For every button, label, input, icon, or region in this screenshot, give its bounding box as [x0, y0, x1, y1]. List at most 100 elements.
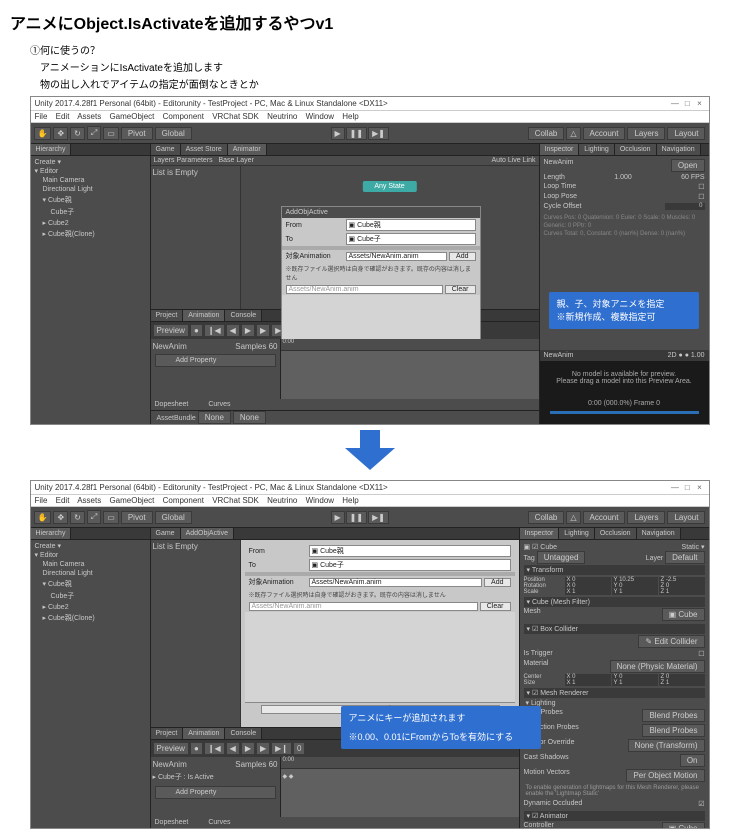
- lighting-tab[interactable]: Lighting: [579, 144, 615, 155]
- menu-edit[interactable]: Edit: [56, 112, 70, 121]
- cube-child-item[interactable]: Cube子: [35, 206, 146, 218]
- clear-button[interactable]: Clear: [445, 285, 476, 294]
- play-button[interactable]: ▶: [331, 511, 345, 524]
- asset-variant-dropdown[interactable]: None: [233, 411, 266, 424]
- animator-tab[interactable]: Animator: [228, 144, 267, 155]
- account-button[interactable]: Account: [583, 127, 626, 140]
- animator-component[interactable]: ▾ ☑ Animator: [524, 811, 705, 821]
- cloud-icon[interactable]: △: [566, 511, 580, 524]
- pause-button[interactable]: ❚❚: [346, 127, 367, 140]
- transform-component[interactable]: ▾ Transform: [524, 565, 705, 575]
- rect-tool-icon[interactable]: ▭: [103, 511, 119, 524]
- maximize-button-2[interactable]: □: [682, 483, 692, 492]
- anim-extra-field[interactable]: Assets/NewAnim.anim: [286, 285, 443, 294]
- cube-parent-item[interactable]: ▾ Cube親: [35, 194, 146, 206]
- close-button-2[interactable]: ×: [695, 483, 705, 492]
- layers-button[interactable]: Layers: [627, 511, 665, 524]
- loop-pose-checkbox[interactable]: ☐: [698, 193, 704, 201]
- obj-name[interactable]: Cube: [540, 544, 557, 551]
- step-button[interactable]: ▶❚: [368, 511, 389, 524]
- game-tab[interactable]: Game: [151, 144, 181, 155]
- layers-tab[interactable]: Layers: [154, 157, 175, 164]
- step-button[interactable]: ▶❚: [368, 127, 389, 140]
- inspector-tab[interactable]: Inspector: [540, 144, 580, 155]
- account-button[interactable]: Account: [583, 511, 626, 524]
- asset-bundle-dropdown[interactable]: None: [198, 411, 231, 424]
- pivot-toggle[interactable]: Pivot: [121, 127, 153, 140]
- move-tool-icon[interactable]: ✥: [53, 127, 68, 140]
- to-field[interactable]: ▣ Cube子: [346, 233, 476, 245]
- collab-button[interactable]: Collab: [528, 511, 565, 524]
- dopesheet-tab[interactable]: Dopesheet: [155, 401, 189, 408]
- menu-component[interactable]: Component: [163, 112, 204, 121]
- mesh-renderer-component[interactable]: ▾ ☑ Mesh Renderer: [524, 688, 705, 698]
- preview-2d-toggle[interactable]: 2D: [668, 352, 677, 359]
- animation-timeline-2[interactable]: 0:00 ◆ ◆: [281, 757, 519, 817]
- mesh-filter-component[interactable]: ▾ Cube (Mesh Filter): [524, 597, 705, 607]
- loop-time-checkbox[interactable]: ☐: [698, 183, 704, 191]
- hand-tool-icon[interactable]: ✋: [34, 511, 52, 524]
- play-anim-icon[interactable]: ▶: [241, 324, 255, 337]
- any-state-node[interactable]: Any State: [362, 181, 416, 192]
- layout-button[interactable]: Layout: [667, 127, 705, 140]
- prev-frame-icon[interactable]: ◀: [226, 324, 240, 337]
- preview-scrubber[interactable]: [550, 411, 699, 414]
- directional-light-item[interactable]: Directional Light: [35, 185, 146, 194]
- menu-assets[interactable]: Assets: [77, 112, 101, 121]
- cube2-item[interactable]: ▸ Cube2: [35, 218, 146, 228]
- menu-vrcsdk[interactable]: VRChat SDK: [212, 112, 259, 121]
- rect-tool-icon[interactable]: ▭: [103, 127, 119, 140]
- cloud-icon[interactable]: △: [566, 127, 580, 140]
- hierarchy-tab[interactable]: Hierarchy: [31, 144, 72, 155]
- layers-button[interactable]: Layers: [627, 127, 665, 140]
- animation-preview[interactable]: No model is available for preview. Pleas…: [540, 361, 709, 424]
- minimize-button[interactable]: —: [670, 99, 680, 108]
- parameters-tab[interactable]: Parameters: [176, 157, 212, 164]
- first-frame-icon[interactable]: ❙◀: [204, 324, 225, 337]
- edit-collider-button[interactable]: ✎ Edit Collider: [638, 635, 704, 648]
- auto-live-link[interactable]: Auto Live Link: [492, 157, 536, 164]
- play-button[interactable]: ▶: [331, 127, 345, 140]
- rotate-tool-icon[interactable]: ↻: [70, 511, 85, 524]
- add-property-button[interactable]: Add Property: [155, 354, 276, 367]
- project-tab[interactable]: Project: [151, 310, 184, 321]
- record-icon[interactable]: ●: [190, 324, 203, 337]
- samples-value[interactable]: 60: [269, 342, 278, 351]
- global-toggle[interactable]: Global: [155, 511, 192, 524]
- next-frame-icon[interactable]: ▶: [256, 324, 270, 337]
- menu-file[interactable]: File: [35, 112, 48, 121]
- preview-button[interactable]: Preview: [153, 324, 189, 337]
- asset-store-tab[interactable]: Asset Store: [181, 144, 228, 155]
- occlusion-tab[interactable]: Occlusion: [615, 144, 657, 155]
- menu-gameobject[interactable]: GameObject: [109, 112, 154, 121]
- menu-help[interactable]: Help: [342, 112, 358, 121]
- scale-tool-icon[interactable]: ⤢: [87, 510, 101, 524]
- menu-neutrino[interactable]: Neutrino: [267, 112, 297, 121]
- minimize-button-2[interactable]: —: [670, 483, 680, 492]
- cube-clone-item[interactable]: ▸ Cube親(Clone): [35, 228, 146, 240]
- rotate-tool-icon[interactable]: ↻: [70, 127, 85, 140]
- create-dropdown-2[interactable]: Create ▾: [35, 542, 146, 550]
- main-camera-item[interactable]: Main Camera: [35, 176, 146, 185]
- hand-tool-icon[interactable]: ✋: [34, 127, 52, 140]
- close-button[interactable]: ×: [695, 99, 705, 108]
- menu-window[interactable]: Window: [306, 112, 334, 121]
- animator-graph[interactable]: Any State AddObjActive From ▣ Cube親 To ▣…: [241, 166, 539, 309]
- pivot-toggle[interactable]: Pivot: [121, 511, 153, 524]
- maximize-button[interactable]: □: [682, 99, 692, 108]
- collab-button[interactable]: Collab: [528, 127, 565, 140]
- create-dropdown[interactable]: Create ▾: [35, 158, 146, 166]
- animation-tab[interactable]: Animation: [183, 310, 225, 321]
- cycle-offset-field[interactable]: 0: [665, 203, 705, 210]
- navigation-tab[interactable]: Navigation: [657, 144, 701, 155]
- from-field[interactable]: ▣ Cube親: [346, 219, 476, 231]
- anim-property-row[interactable]: ▸ Cube子 : Is Active: [153, 770, 278, 784]
- curves-tab[interactable]: Curves: [208, 401, 230, 408]
- console-tab[interactable]: Console: [225, 310, 262, 321]
- box-collider-component[interactable]: ▾ ☑ Box Collider: [524, 624, 705, 634]
- global-toggle[interactable]: Global: [155, 127, 192, 140]
- pause-button[interactable]: ❚❚: [346, 511, 367, 524]
- scene-editor[interactable]: ▾ Editor: [35, 166, 146, 176]
- anim-clip-dropdown[interactable]: NewAnim: [153, 342, 187, 351]
- scale-tool-icon[interactable]: ⤢: [87, 126, 101, 140]
